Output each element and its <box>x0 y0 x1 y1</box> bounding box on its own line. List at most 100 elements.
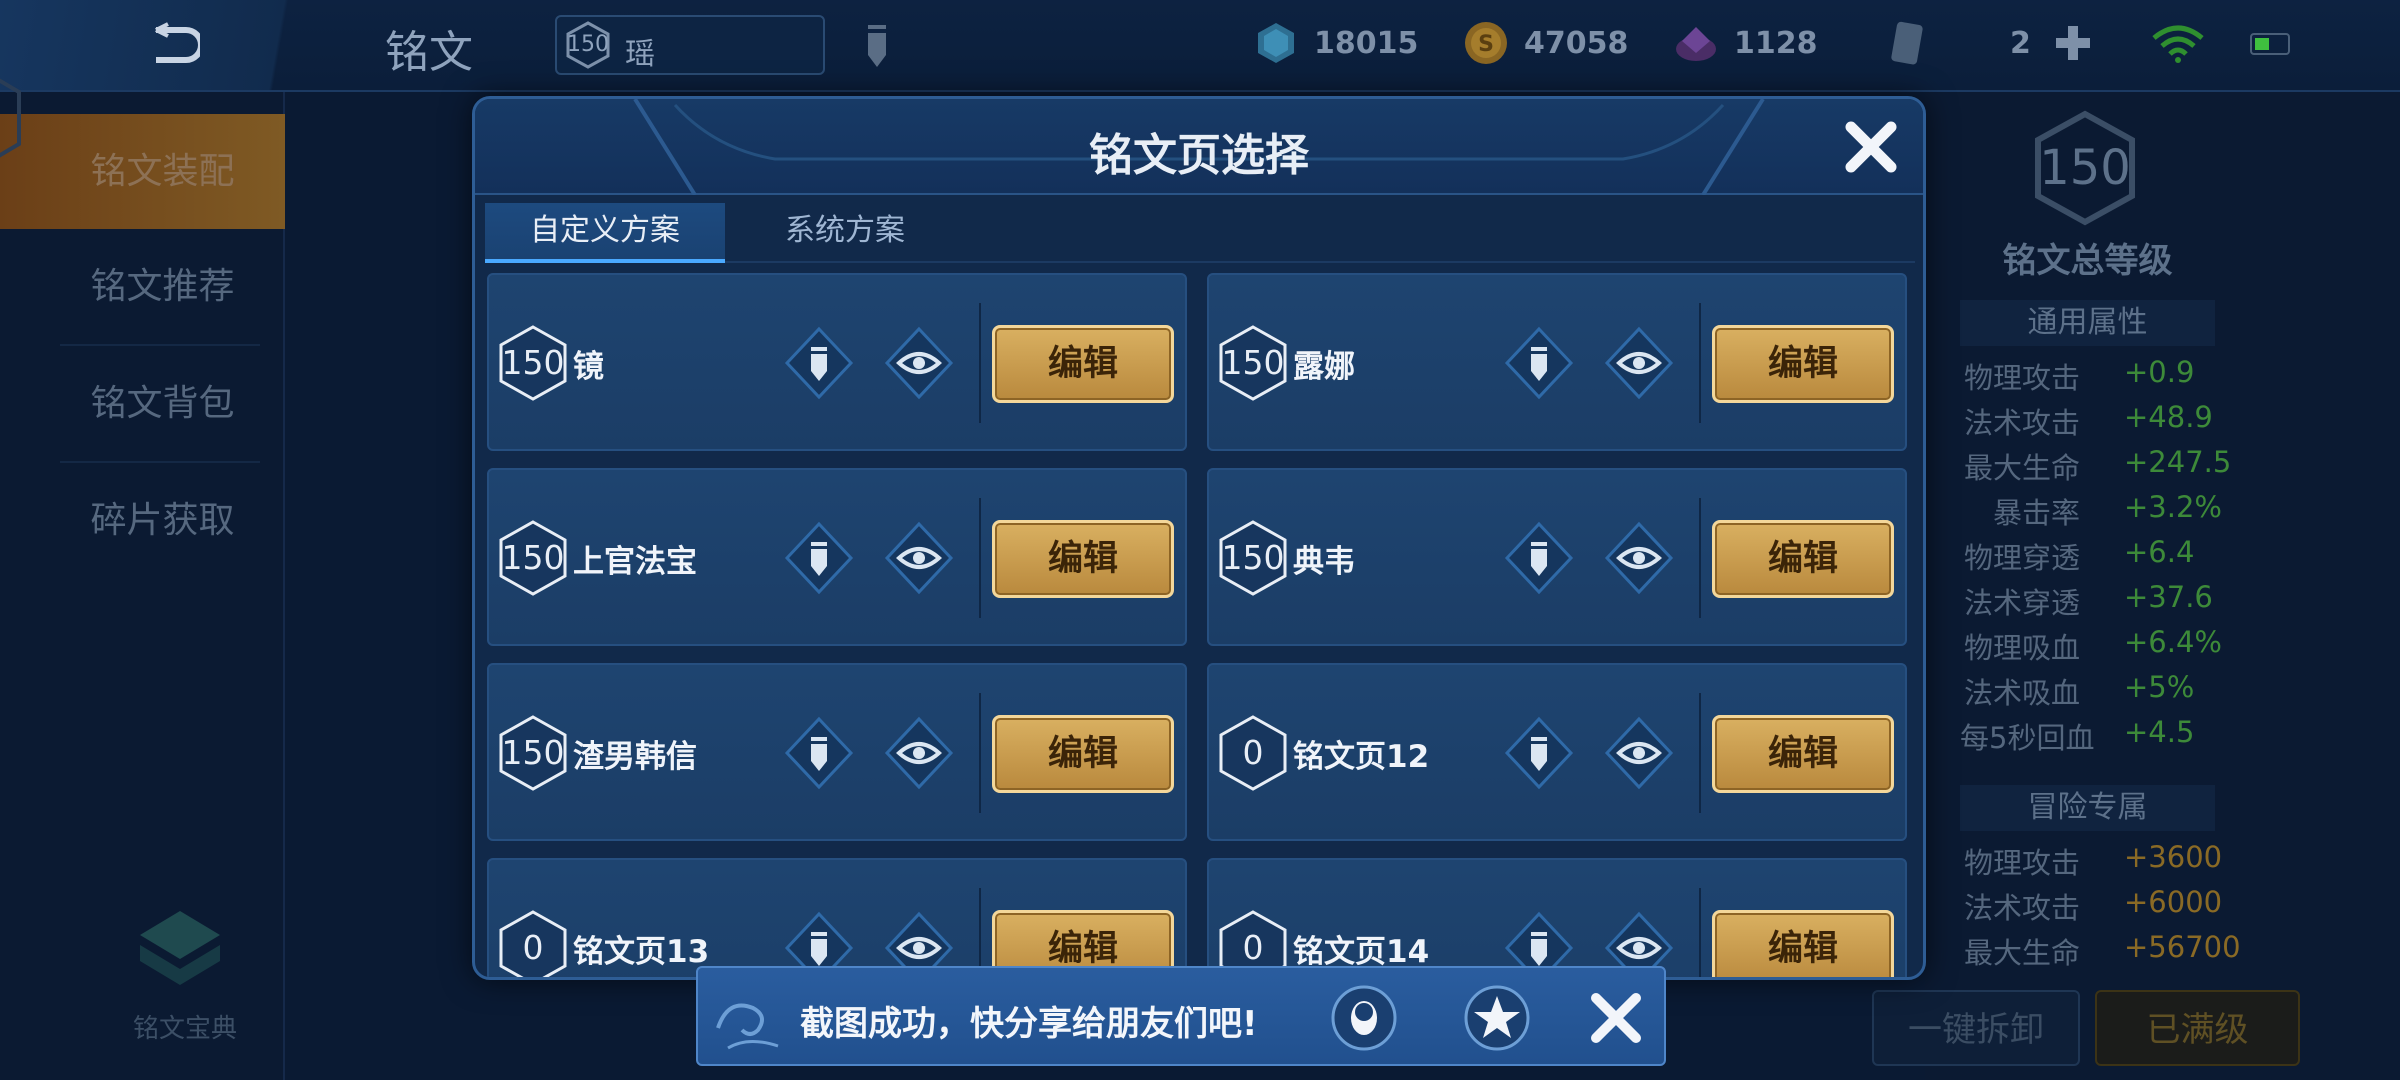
stat-row: 法术攻击 +6000 <box>1960 885 2400 925</box>
level-hexagon-icon: 150 <box>497 518 569 598</box>
tab-custom-plan[interactable]: 自定义方案 <box>485 203 725 263</box>
stat-row: 物理穿透 +6.4 <box>1960 535 2400 575</box>
stat-value: +6.4% <box>2124 625 2222 659</box>
gold-coin-icon: S <box>1465 22 1507 64</box>
preview-eye-icon[interactable] <box>1599 713 1679 793</box>
sidebar-item-equip[interactable]: 铭文装配 <box>0 114 285 229</box>
stat-value: +4.5 <box>2124 715 2195 749</box>
hero-name: 瑶 <box>625 37 655 72</box>
stat-label: 暴击率 <box>1992 496 2080 530</box>
stat-row: 物理攻击 +3600 <box>1960 840 2400 880</box>
ticket-card <box>1882 18 1930 68</box>
share-qq-button[interactable] <box>1330 984 1398 1052</box>
preview-eye-icon[interactable] <box>879 518 959 598</box>
tab-system-plan[interactable]: 系统方案 <box>725 203 965 263</box>
page-name: 露娜 <box>1293 349 1355 385</box>
ticket-count: 2 <box>2010 25 2031 61</box>
level-hexagon-icon: 150 <box>497 323 569 403</box>
level-hexagon-icon: 0 <box>1217 713 1289 793</box>
edit-button[interactable]: 编辑 <box>992 715 1174 793</box>
toast-message: 截图成功，快分享给朋友们吧! <box>800 1004 1258 1044</box>
rename-pencil-icon[interactable] <box>1499 323 1579 403</box>
stat-label: 最大生命 <box>1963 451 2080 485</box>
rename-pencil-icon[interactable] <box>779 713 859 793</box>
stat-row: 最大生命 +247.5 <box>1960 445 2400 485</box>
gem-icon <box>1676 27 1716 61</box>
edit-button[interactable]: 编辑 <box>1712 520 1894 598</box>
level-hexagon-icon: 150 <box>1217 518 1289 598</box>
edit-button[interactable]: 编辑 <box>992 325 1174 403</box>
dialog-header: 铭文页选择 <box>475 99 1923 195</box>
stat-label: 物理穿透 <box>1963 541 2080 575</box>
rune-page-card[interactable]: 0 铭文页13 编辑 <box>487 858 1187 977</box>
stat-row: 物理攻击 +0.9 <box>1960 355 2400 395</box>
hero-selector[interactable]: 150 瑶 <box>555 15 825 75</box>
preview-eye-icon[interactable] <box>1599 323 1679 403</box>
battery-icon <box>2250 33 2290 55</box>
rune-page-card[interactable]: 0 铭文页14 编辑 <box>1207 858 1907 977</box>
card-icon <box>1891 21 1923 65</box>
codex-book-icon[interactable] <box>130 905 230 995</box>
edit-button[interactable]: 编辑 <box>1712 910 1894 977</box>
toast-close-button[interactable] <box>1586 988 1646 1048</box>
rename-pencil-icon[interactable] <box>1499 713 1579 793</box>
rune-page-dialog: 铭文页选择 自定义方案 系统方案 150 镜编辑 150 露娜 编辑 150 上官法宝 编辑 1… <box>472 96 1926 980</box>
stat-row: 法术穿透 +37.6 <box>1960 580 2400 620</box>
preview-eye-icon[interactable] <box>879 323 959 403</box>
rune-page-card[interactable]: 150 典韦 编辑 <box>1207 468 1907 646</box>
share-qzone-button[interactable] <box>1463 984 1531 1052</box>
sidebar-item-fragments[interactable]: 碎片获取 <box>0 463 285 578</box>
page-name: 铭文页13 <box>573 934 710 970</box>
dismantle-all-button[interactable]: 一键拆卸 <box>1872 990 2080 1066</box>
edit-button[interactable]: 编辑 <box>1712 715 1894 793</box>
dialog-tabs: 自定义方案 系统方案 <box>485 203 1915 263</box>
stat-label: 物理攻击 <box>1963 361 2080 395</box>
stat-label: 法术吸血 <box>1963 676 2080 710</box>
stat-row: 最大生命 +56700 <box>1960 930 2400 970</box>
rune-page-card[interactable]: 150 渣男韩信 编辑 <box>487 663 1187 841</box>
rename-pencil-icon[interactable] <box>779 518 859 598</box>
plus-icon <box>2056 26 2090 60</box>
stat-value: +0.9 <box>2124 355 2195 389</box>
page-name: 上官法宝 <box>573 544 697 580</box>
preview-eye-icon[interactable] <box>879 713 959 793</box>
stat-row: 暴击率 +3.2% <box>1960 490 2400 530</box>
rune-page-card[interactable]: 150 镜 编辑 <box>487 273 1187 451</box>
close-icon <box>1591 993 1641 1043</box>
rename-pencil-icon[interactable] <box>779 323 859 403</box>
codex-label[interactable]: 铭文宝典 <box>130 1008 240 1045</box>
rename-pencil-icon[interactable] <box>852 15 902 79</box>
edit-button[interactable]: 编辑 <box>1712 325 1894 403</box>
divider <box>1699 693 1701 813</box>
stat-row: 法术攻击 +48.9 <box>1960 400 2400 440</box>
add-button[interactable] <box>2052 22 2094 64</box>
stat-value: +3600 <box>2124 840 2223 874</box>
divider <box>979 693 981 813</box>
general-stats-title: 通用属性 <box>1960 300 2215 346</box>
stat-value: +37.6 <box>2124 580 2213 614</box>
screenshot-toast: 截图成功，快分享给朋友们吧! <box>696 966 1666 1066</box>
rune-page-card[interactable]: 0 铭文页12 编辑 <box>1207 663 1907 841</box>
page-level: 150 <box>501 538 565 577</box>
dialog-close-button[interactable] <box>1841 117 1901 177</box>
qq-icon <box>1331 985 1397 1051</box>
back-button[interactable] <box>0 0 340 90</box>
stat-label: 最大生命 <box>1963 936 2080 970</box>
rune-page-card[interactable]: 150 上官法宝 编辑 <box>487 468 1187 646</box>
maxed-button[interactable]: 已满级 <box>2095 990 2300 1066</box>
level-hexagon-icon: 150 <box>497 713 569 793</box>
sidebar-item-recommend[interactable]: 铭文推荐 <box>0 229 285 344</box>
rune-page-card[interactable]: 150 露娜 编辑 <box>1207 273 1907 451</box>
preview-eye-icon[interactable] <box>1599 518 1679 598</box>
gold-balance: S 47058 <box>1462 18 1628 68</box>
page-level: 150 <box>501 343 565 382</box>
stat-row: 物理吸血 +6.4% <box>1960 625 2400 665</box>
edit-button[interactable]: 编辑 <box>992 520 1174 598</box>
qzone-star-icon <box>1464 985 1530 1051</box>
adventure-stats-title: 冒险专属 <box>1960 785 2215 831</box>
divider <box>979 303 981 423</box>
sidebar-item-bag[interactable]: 铭文背包 <box>0 346 285 461</box>
page-name: 镜 <box>573 349 604 385</box>
rename-pencil-icon[interactable] <box>1499 518 1579 598</box>
divider <box>979 498 981 618</box>
